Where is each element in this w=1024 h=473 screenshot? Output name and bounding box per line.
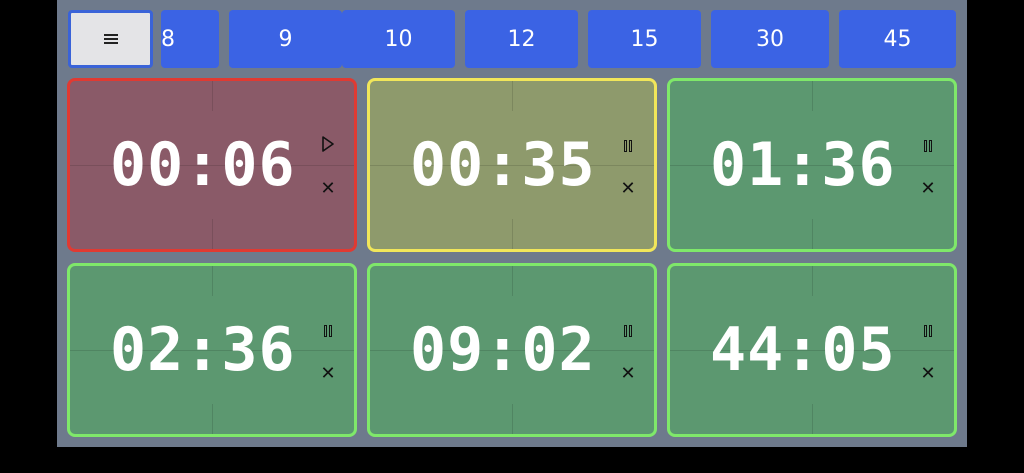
close-button[interactable]: ✕ [919,180,937,198]
close-icon: ✕ [620,178,636,199]
timer-card[interactable]: 00:06 ✕ [67,78,357,252]
preset-label: 30 [756,26,784,52]
preset-label: 9 [278,26,293,52]
preset-label: 12 [507,26,536,52]
pause-button[interactable] [319,322,337,340]
preset-label: 10 [384,26,413,52]
timer-display: 01:36 [710,130,896,200]
close-button[interactable]: ✕ [619,180,637,198]
timer-card[interactable]: 01:36 ✕ [667,78,957,252]
preset-button-45[interactable]: 45 [839,10,956,68]
close-button[interactable]: ✕ [919,365,937,383]
pause-icon [924,325,932,337]
timer-card[interactable]: 09:02 ✕ [367,263,657,437]
close-icon: ✕ [320,363,336,384]
pause-icon [624,325,632,337]
timer-display: 00:35 [410,130,596,200]
preset-button-8[interactable]: 8 [161,10,219,68]
preset-button-30[interactable]: 30 [711,10,829,68]
pause-button[interactable] [619,322,637,340]
divider [212,81,213,111]
pause-button[interactable] [919,322,937,340]
close-icon: ✕ [320,178,336,199]
divider [812,266,813,296]
preset-button-9[interactable]: 9 [229,10,342,68]
play-icon [321,136,335,156]
menu-button[interactable] [68,10,153,68]
close-icon: ✕ [920,178,936,199]
close-button[interactable]: ✕ [319,180,337,198]
divider [212,266,213,296]
timer-display: 44:05 [710,315,896,385]
close-button[interactable]: ✕ [619,365,637,383]
timer-card[interactable]: 44:05 ✕ [667,263,957,437]
pause-icon [624,140,632,152]
play-button[interactable] [319,136,337,156]
divider [212,219,213,249]
timer-display: 09:02 [410,315,596,385]
timer-display: 02:36 [110,315,296,385]
pause-button[interactable] [619,137,637,155]
preset-label: 45 [883,26,912,52]
preset-button-12[interactable]: 12 [465,10,578,68]
timer-card[interactable]: 00:35 ✕ [367,78,657,252]
preset-label: 15 [630,26,659,52]
divider [812,81,813,111]
divider [812,404,813,434]
close-button[interactable]: ✕ [319,365,337,383]
pause-icon [924,140,932,152]
timer-card[interactable]: 02:36 ✕ [67,263,357,437]
preset-button-15[interactable]: 15 [588,10,701,68]
pause-icon [324,325,332,337]
divider [512,219,513,249]
divider [212,404,213,434]
timer-display: 00:06 [110,130,296,200]
close-icon: ✕ [620,363,636,384]
close-icon: ✕ [920,363,936,384]
preset-toolbar: 8 9 10 12 15 30 45 [57,0,967,72]
divider [512,81,513,111]
divider [812,219,813,249]
preset-button-10[interactable]: 10 [342,10,455,68]
preset-label: 8 [161,26,175,52]
hamburger-menu-icon [103,34,118,44]
divider [512,404,513,434]
divider [512,266,513,296]
pause-button[interactable] [919,137,937,155]
timer-app: 8 9 10 12 15 30 45 00:06 ✕ 00:35 ✕ 01:36 ✕ 02:… [57,0,967,447]
